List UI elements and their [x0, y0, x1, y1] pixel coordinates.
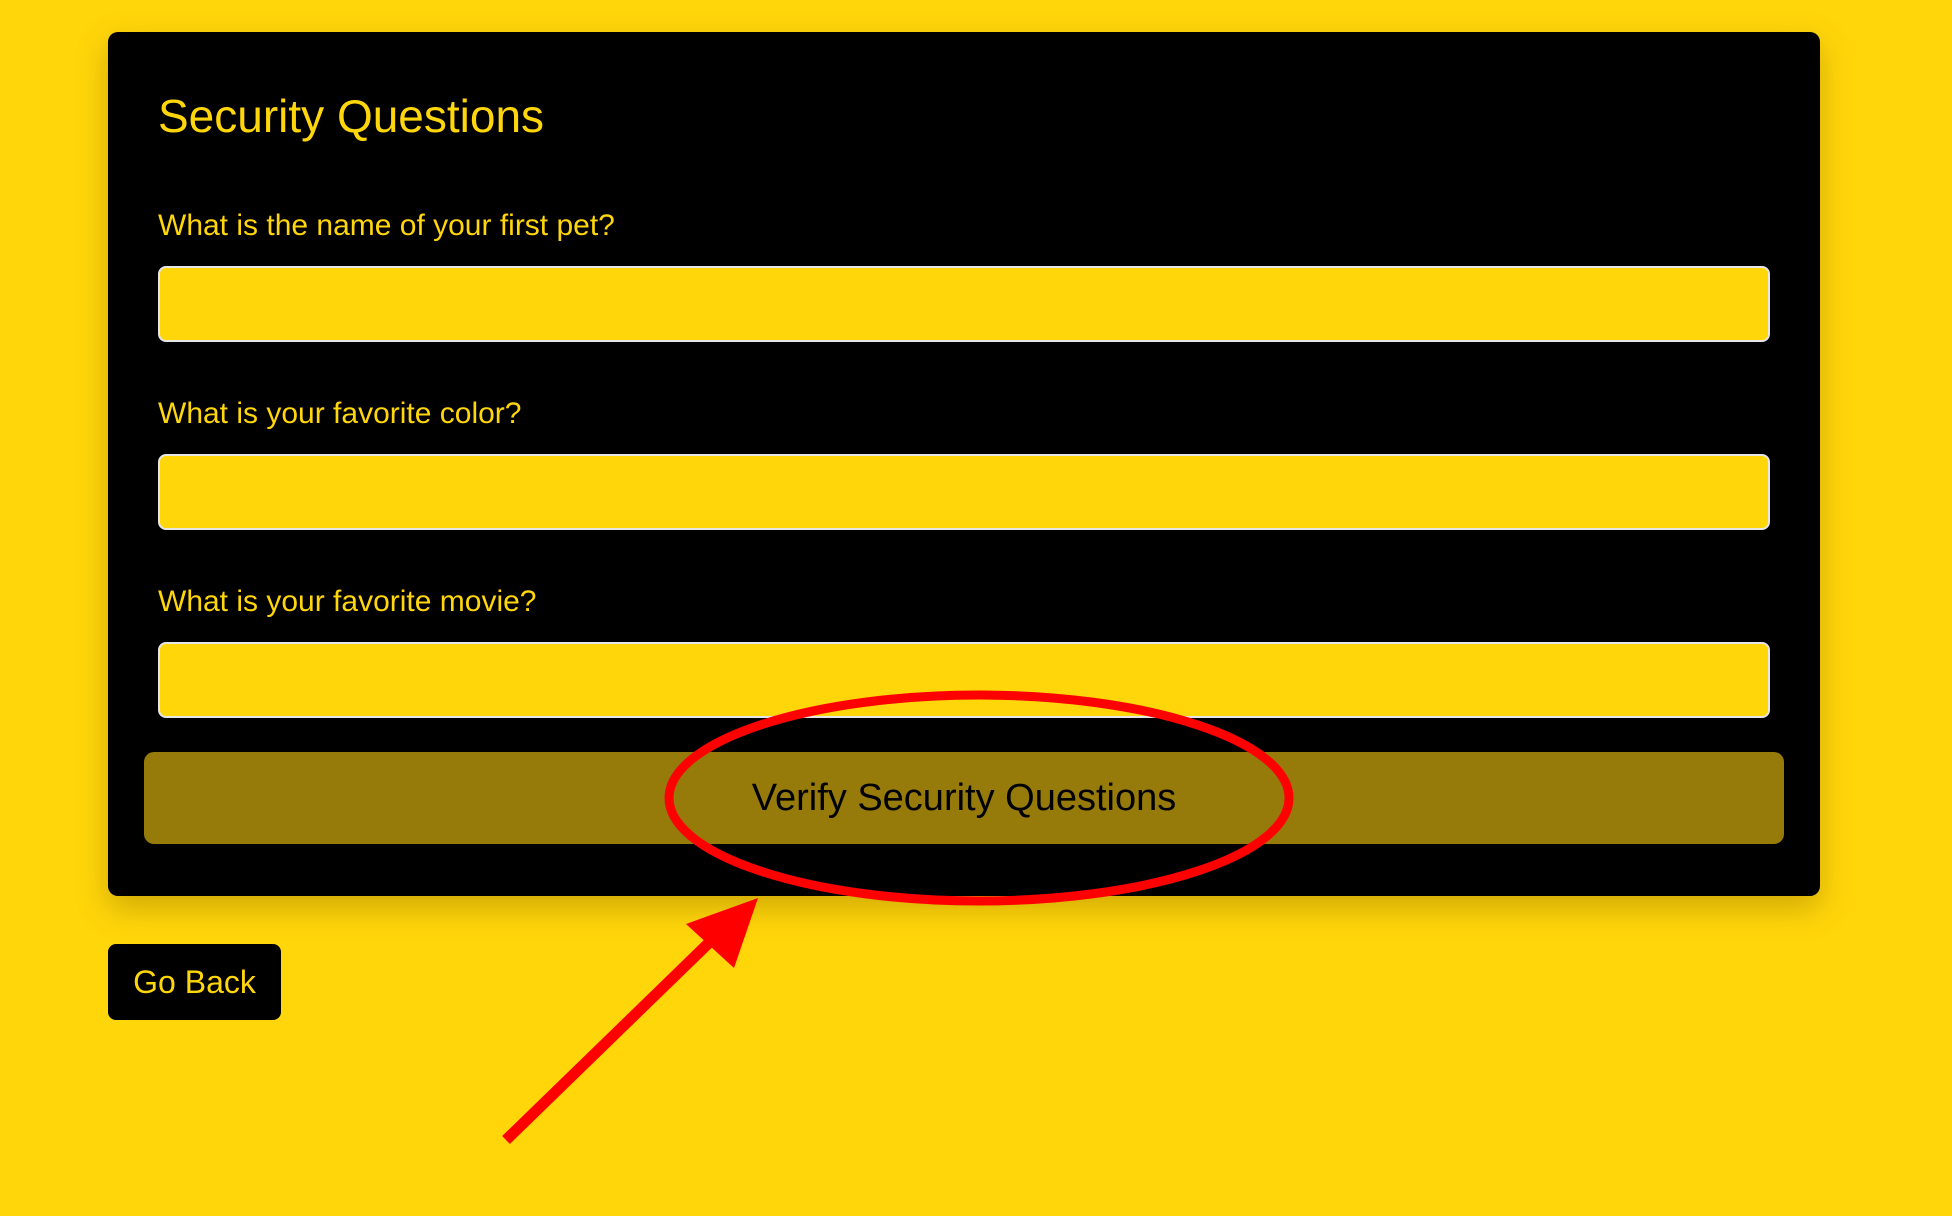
favorite-color-answer-input[interactable] [158, 454, 1770, 530]
security-questions-card: Security Questions What is the name of y… [108, 32, 1820, 896]
first-pet-answer-input[interactable] [158, 266, 1770, 342]
verify-security-questions-button[interactable]: Verify Security Questions [144, 752, 1784, 844]
go-back-button[interactable]: Go Back [108, 944, 281, 1020]
pointer-arrow-shaft [502, 930, 722, 1144]
question-label-favorite-color: What is your favorite color? [158, 397, 522, 430]
pointer-arrow-head [686, 898, 758, 968]
question-label-first-pet: What is the name of your first pet? [158, 209, 615, 242]
question-label-favorite-movie: What is your favorite movie? [158, 585, 537, 618]
favorite-movie-answer-input[interactable] [158, 642, 1770, 718]
card-title: Security Questions [158, 90, 545, 142]
